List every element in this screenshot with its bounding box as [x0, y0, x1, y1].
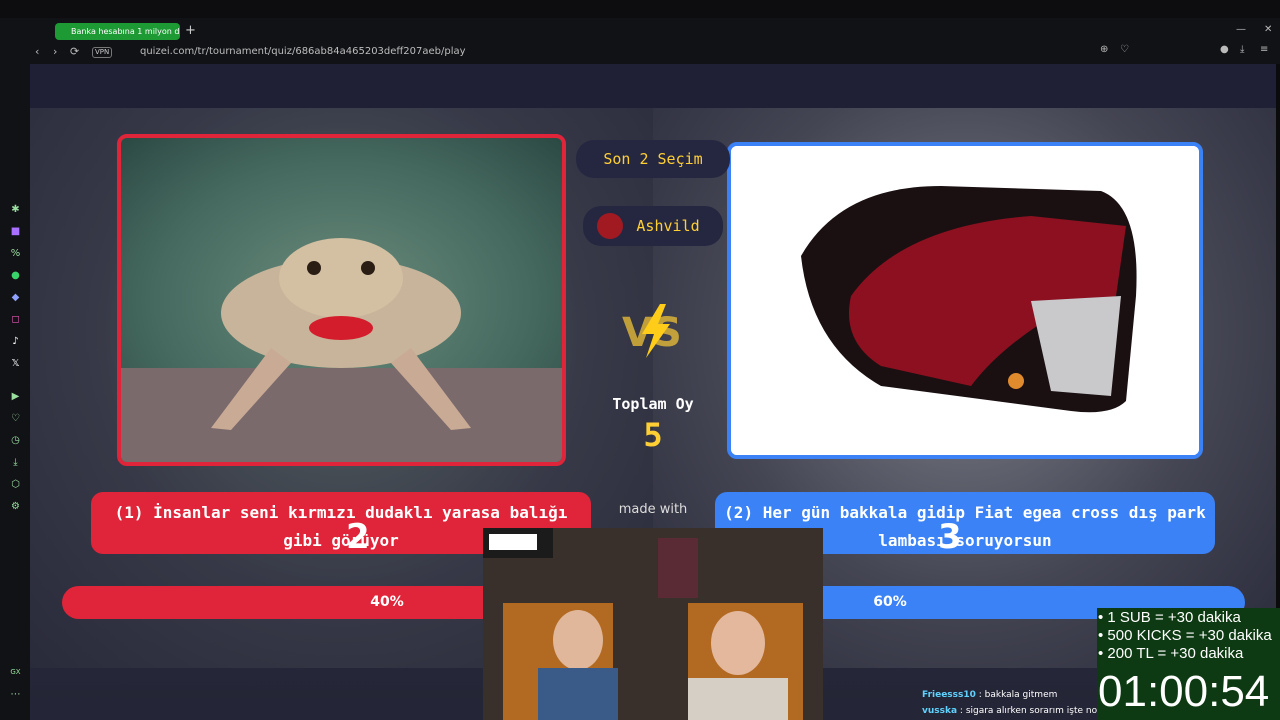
player-icon[interactable]: ▶: [9, 390, 22, 403]
whatsapp-icon[interactable]: ●: [9, 269, 22, 282]
username: Ashvild: [636, 217, 700, 235]
chat-text: : bakkala gitmem: [978, 690, 1058, 700]
choice-image-right[interactable]: [727, 142, 1203, 459]
tail-light-image: [731, 146, 1199, 455]
profile-icon[interactable]: ●: [1220, 44, 1229, 55]
instagram-icon[interactable]: ◻: [9, 313, 22, 326]
reload-icon[interactable]: ⟳: [70, 44, 79, 60]
webcam-overlay: [483, 528, 823, 720]
stream-timer: 01:00:54: [1098, 667, 1270, 716]
downloads-icon[interactable]: ⤓: [9, 456, 22, 469]
chat-text: : sigara alırken sorarım işte noldu: [959, 706, 1097, 716]
twitch-icon[interactable]: ■: [9, 225, 22, 238]
download-icon[interactable]: ⤓: [1240, 44, 1244, 55]
left-vote-count: 2: [346, 517, 370, 557]
minimize-icon[interactable]: —: [1236, 24, 1246, 35]
gx-icon[interactable]: GX: [9, 666, 22, 679]
forward-icon[interactable]: ›: [53, 44, 57, 60]
new-tab-button[interactable]: +: [185, 23, 196, 39]
total-votes-value: 5: [643, 416, 663, 454]
back-icon[interactable]: ‹: [35, 44, 39, 60]
vs-icon: VS: [622, 304, 682, 358]
choice-image-left[interactable]: [117, 134, 566, 466]
result-percent-right: 60%: [873, 594, 907, 610]
sub-rule-3: • 200 TL = +30 dakika: [1098, 645, 1244, 662]
heart-icon[interactable]: ♡: [9, 412, 22, 425]
avatar: [597, 213, 623, 239]
user-badge[interactable]: Ashvild: [583, 206, 723, 246]
chat-user: Frieesss10: [922, 690, 976, 700]
x-icon[interactable]: 𝕏: [9, 357, 22, 370]
right-vote-count: 3: [938, 517, 962, 557]
chat-message: vusska : sigara alırken sorarım işte nol…: [922, 706, 1097, 716]
vpn-badge[interactable]: VPN: [92, 47, 113, 58]
discord-icon[interactable]: ◆: [9, 291, 22, 304]
chat-message: Frieesss10 : bakkala gitmem: [922, 690, 1057, 700]
page-header: [30, 64, 1276, 108]
sub-rule-1: • 1 SUB = +30 dakika: [1098, 609, 1241, 626]
address-bar[interactable]: quizei.com/tr/tournament/quiz/686ab84a46…: [140, 45, 466, 59]
history-icon[interactable]: ◷: [9, 434, 22, 447]
round-label: Son 2 Seçim: [576, 140, 730, 178]
settings-icon[interactable]: ⚙: [9, 500, 22, 513]
tab-title: Banka hesabına 1 milyon d: [71, 27, 180, 36]
made-with-label: made with: [618, 502, 688, 517]
ai-icon[interactable]: ✱: [9, 203, 22, 216]
zoom-icon[interactable]: ⊕: [1100, 44, 1108, 55]
extensions-icon[interactable]: ⬡: [9, 478, 22, 491]
discount-icon[interactable]: %: [9, 247, 22, 260]
more-icon[interactable]: ⋯: [9, 688, 22, 701]
chat-user: vusska: [922, 706, 958, 716]
sub-rule-2: • 500 KICKS = +30 dakika: [1098, 627, 1272, 644]
menu-icon[interactable]: ≡: [1260, 44, 1268, 55]
total-votes-label: Toplam Oy: [612, 395, 694, 413]
browser-tab[interactable]: Banka hesabına 1 milyon d: [55, 23, 180, 40]
result-bar-left: 40%: [62, 586, 535, 619]
batfish-image: [121, 138, 562, 462]
tiktok-icon[interactable]: ♪: [9, 335, 22, 348]
title-strip: [0, 0, 1280, 18]
close-window-icon[interactable]: ✕: [1264, 24, 1272, 35]
bookmark-icon[interactable]: ♡: [1120, 44, 1129, 55]
webcam-video: [483, 528, 823, 720]
